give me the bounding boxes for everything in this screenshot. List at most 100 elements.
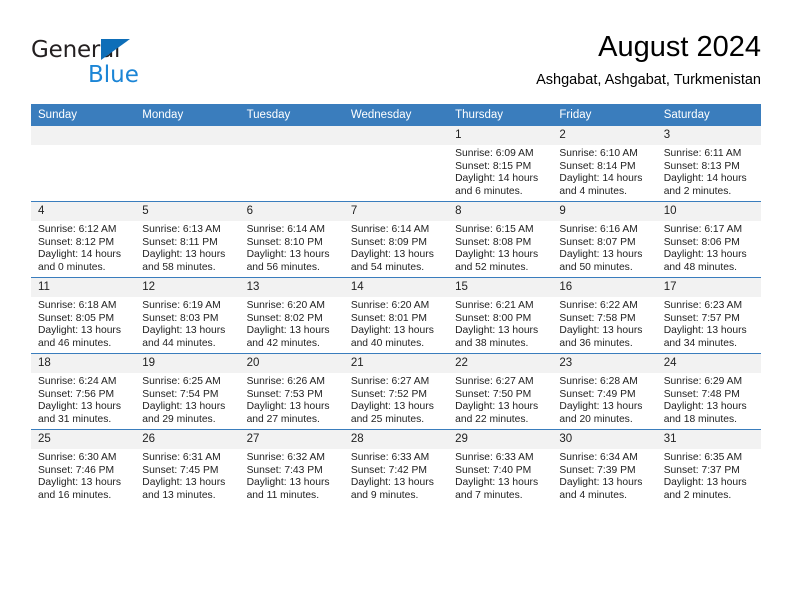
daylight-duration-line2: and 54 minutes. [350,261,425,273]
daylight-duration-line1: Daylight: 13 hours [142,477,226,489]
sunset-time: Sunset: 7:56 PM [38,388,115,400]
daylight-duration-line1: Daylight: 13 hours [559,249,643,261]
day-number: 28 [343,430,449,449]
daylight-duration-line1: Daylight: 13 hours [38,325,121,337]
sunset-time: Sunset: 8:00 PM [455,312,532,324]
calendar-day-cell[interactable]: 10 Sunrise: 6:17 AM Sunset: 8:06 PM Dayligh… [656,201,761,278]
sunset-time: Sunset: 7:37 PM [663,464,740,476]
daylight-duration-line1: Daylight: 13 hours [246,325,330,337]
day-details: Sunrise: 6:10 AM Sunset: 8:14 PM Daylight:… [552,145,656,198]
day-number: 25 [31,430,136,449]
calendar-day-cell[interactable]: 4 Sunrise: 6:12 AM Sunset: 8:12 PM Daylight… [31,201,136,278]
calendar-day-cell[interactable]: 11 Sunrise: 6:18 AM Sunset: 8:05 PM Dayligh… [31,277,136,354]
calendar-day-cell[interactable]: 13 Sunrise: 6:20 AM Sunset: 8:02 PM Dayligh… [239,277,344,354]
sunset-time: Sunset: 7:43 PM [246,464,323,476]
day-number: 16 [552,278,657,297]
daylight-duration-line1: Daylight: 13 hours [38,477,121,489]
daylight-duration-line2: and 31 minutes. [38,413,112,425]
daylight-duration-line1: Daylight: 13 hours [38,401,121,413]
weekday-header-saturday: Saturday [656,104,761,126]
day-number: 4 [31,202,136,221]
sunrise-time: Sunrise: 6:23 AM [663,300,743,311]
calendar-week-row: 25 Sunrise: 6:30 AM Sunset: 7:46 PM Dayligh… [31,429,761,505]
day-number [239,126,344,145]
day-details: Sunrise: 6:22 AM Sunset: 7:58 PM Daylight:… [552,297,656,350]
daylight-duration-line1: Daylight: 13 hours [455,477,539,489]
calendar-day-cell[interactable]: 7 Sunrise: 6:14 AM Sunset: 8:09 PM Daylight… [343,201,449,278]
day-number: 24 [656,354,761,373]
day-details: Sunrise: 6:24 AM Sunset: 7:56 PM Daylight:… [31,373,135,426]
calendar-day-cell[interactable]: 26 Sunrise: 6:31 AM Sunset: 7:45 PM Dayligh… [135,429,240,505]
day-details: Sunrise: 6:11 AM Sunset: 8:13 PM Daylight:… [657,145,761,198]
calendar-day-cell[interactable]: 20 Sunrise: 6:26 AM Sunset: 7:53 PM Dayligh… [239,353,344,430]
calendar-day-cell[interactable]: 27 Sunrise: 6:32 AM Sunset: 7:43 PM Dayligh… [239,429,344,505]
sunrise-time: Sunrise: 6:17 AM [663,224,743,235]
daylight-duration-line2: and 42 minutes. [246,337,320,349]
daylight-duration-line2: and 40 minutes. [350,337,425,349]
daylight-duration-line2: and 48 minutes. [663,261,737,273]
sunset-time: Sunset: 7:54 PM [142,388,219,400]
sunrise-time: Sunrise: 6:20 AM [350,300,430,311]
calendar-day-cell[interactable]: 29 Sunrise: 6:33 AM Sunset: 7:40 PM Dayligh… [448,429,553,505]
calendar-day-cell[interactable]: 2 Sunrise: 6:10 AM Sunset: 8:14 PM Daylight… [552,126,657,202]
day-details: Sunrise: 6:12 AM Sunset: 8:12 PM Daylight:… [31,221,135,274]
day-number [343,126,449,145]
sunrise-sunset-calendar: Sunday Monday Tuesday Wednesday Thursday… [31,104,761,505]
daylight-duration-line1: Daylight: 13 hours [246,401,330,413]
daylight-duration-line2: and 52 minutes. [455,261,529,273]
daylight-duration-line2: and 56 minutes. [246,261,320,273]
sunset-time: Sunset: 7:39 PM [559,464,636,476]
calendar-body: 1 Sunrise: 6:09 AM Sunset: 8:15 PM Daylight… [31,126,761,505]
sunset-time: Sunset: 8:13 PM [663,160,740,172]
day-details: Sunrise: 6:21 AM Sunset: 8:00 PM Daylight:… [448,297,552,350]
calendar-day-cell[interactable]: 15 Sunrise: 6:21 AM Sunset: 8:00 PM Dayligh… [448,277,553,354]
daylight-duration-line2: and 20 minutes. [559,413,633,425]
calendar-day-cell[interactable]: 16 Sunrise: 6:22 AM Sunset: 7:58 PM Dayligh… [552,277,657,354]
calendar-day-cell[interactable]: 23 Sunrise: 6:28 AM Sunset: 7:49 PM Dayligh… [552,353,657,430]
daylight-duration-line2: and 34 minutes. [663,337,737,349]
daylight-duration-line2: and 25 minutes. [350,413,425,425]
logo-text-blue: Blue [88,62,139,88]
sunrise-time: Sunrise: 6:13 AM [142,224,221,235]
daylight-duration-line1: Daylight: 13 hours [350,249,434,261]
calendar-day-cell[interactable]: 21 Sunrise: 6:27 AM Sunset: 7:52 PM Dayligh… [343,353,449,430]
daylight-duration-line2: and 2 minutes. [663,489,732,501]
calendar-day-cell[interactable]: 1 Sunrise: 6:09 AM Sunset: 8:15 PM Daylight… [448,126,553,202]
daylight-duration-line2: and 4 minutes. [559,185,627,197]
general-blue-logo: General Blue [31,36,231,94]
calendar-day-cell[interactable]: 31 Sunrise: 6:35 AM Sunset: 7:37 PM Dayligh… [656,429,761,505]
day-details: Sunrise: 6:30 AM Sunset: 7:46 PM Daylight:… [31,449,135,502]
calendar-day-cell[interactable]: 18 Sunrise: 6:24 AM Sunset: 7:56 PM Dayligh… [31,353,136,430]
weekday-header-monday: Monday [135,104,240,126]
day-number: 23 [552,354,657,373]
calendar-day-cell[interactable]: 6 Sunrise: 6:14 AM Sunset: 8:10 PM Daylight… [239,201,344,278]
calendar-day-cell[interactable]: 25 Sunrise: 6:30 AM Sunset: 7:46 PM Dayligh… [31,429,136,505]
daylight-duration-line1: Daylight: 13 hours [455,401,539,413]
sunrise-time: Sunrise: 6:16 AM [559,224,638,235]
day-number: 10 [656,202,761,221]
daylight-duration-line1: Daylight: 13 hours [663,249,747,261]
calendar-day-cell[interactable]: 30 Sunrise: 6:34 AM Sunset: 7:39 PM Dayligh… [552,429,657,505]
day-number: 9 [552,202,657,221]
calendar-day-cell[interactable]: 19 Sunrise: 6:25 AM Sunset: 7:54 PM Dayligh… [135,353,240,430]
calendar-day-cell[interactable]: 5 Sunrise: 6:13 AM Sunset: 8:11 PM Daylight… [135,201,240,278]
calendar-day-cell[interactable]: 22 Sunrise: 6:27 AM Sunset: 7:50 PM Dayligh… [448,353,553,430]
calendar-day-cell[interactable]: 17 Sunrise: 6:23 AM Sunset: 7:57 PM Dayligh… [656,277,761,354]
calendar-day-cell[interactable]: 12 Sunrise: 6:19 AM Sunset: 8:03 PM Dayligh… [135,277,240,354]
sunrise-time: Sunrise: 6:35 AM [663,452,743,463]
calendar-day-cell[interactable]: 24 Sunrise: 6:29 AM Sunset: 7:48 PM Dayligh… [656,353,761,430]
day-details: Sunrise: 6:17 AM Sunset: 8:06 PM Daylight:… [657,221,761,274]
calendar-day-cell-empty [239,126,344,202]
calendar-day-cell[interactable]: 8 Sunrise: 6:15 AM Sunset: 8:08 PM Daylight… [448,201,553,278]
sunset-time: Sunset: 8:07 PM [559,236,636,248]
calendar-day-cell[interactable]: 28 Sunrise: 6:33 AM Sunset: 7:42 PM Dayligh… [343,429,449,505]
day-number: 26 [135,430,240,449]
calendar-day-cell[interactable]: 3 Sunrise: 6:11 AM Sunset: 8:13 PM Daylight… [656,126,761,202]
calendar-day-cell[interactable]: 9 Sunrise: 6:16 AM Sunset: 8:07 PM Daylight… [552,201,657,278]
day-details: Sunrise: 6:26 AM Sunset: 7:53 PM Daylight:… [240,373,344,426]
day-number: 27 [239,430,344,449]
day-details: Sunrise: 6:09 AM Sunset: 8:15 PM Daylight:… [448,145,552,198]
day-details: Sunrise: 6:29 AM Sunset: 7:48 PM Daylight:… [657,373,761,426]
daylight-duration-line2: and 44 minutes. [142,337,216,349]
calendar-day-cell[interactable]: 14 Sunrise: 6:20 AM Sunset: 8:01 PM Dayligh… [343,277,449,354]
